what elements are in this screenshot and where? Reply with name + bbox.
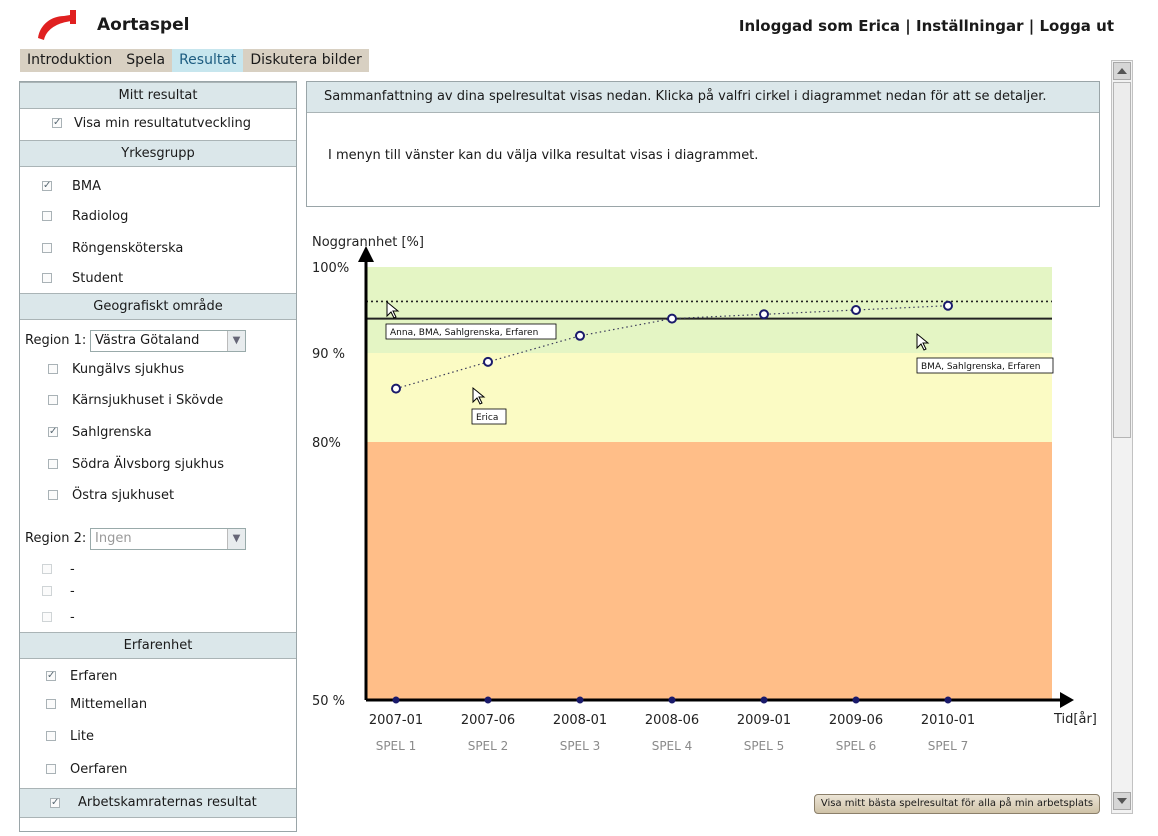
logout-link[interactable]: Logga ut bbox=[1039, 17, 1114, 35]
data-point bbox=[575, 330, 585, 341]
y-tick-label: 90 % bbox=[312, 347, 345, 362]
checkbox[interactable] bbox=[46, 731, 56, 741]
scroll-up-button[interactable] bbox=[1113, 62, 1131, 80]
checkbox[interactable]: ✓ bbox=[46, 671, 56, 681]
checkbox[interactable]: ✓ bbox=[48, 427, 58, 437]
summary-text: Sammanfattning av dina spelresultat visa… bbox=[307, 82, 1099, 113]
filter-colleagues-results[interactable]: ✓ Arbetskamraternas resultat bbox=[20, 788, 296, 818]
axis-point bbox=[852, 696, 860, 704]
info-text: I menyn till vänster kan du välja vilka … bbox=[328, 148, 759, 163]
data-point bbox=[943, 300, 953, 311]
scroll-down-button[interactable] bbox=[1113, 792, 1131, 810]
checkbox bbox=[42, 564, 52, 574]
section-header-my-result: Mitt resultat bbox=[20, 82, 296, 109]
results-chart: 100% 90 % 80% 50 % Noggrannhet [%] Tid[år] 200… bbox=[300, 220, 1110, 800]
axis-point bbox=[392, 696, 400, 704]
separator: | bbox=[1028, 17, 1035, 35]
app-title: Aortaspel bbox=[97, 15, 190, 35]
user-links: Inloggad som Erica | Inställningar | Log… bbox=[739, 17, 1114, 35]
game-label: SPEL 7 bbox=[928, 739, 969, 753]
data-point bbox=[667, 313, 677, 324]
chart-svg: 100% 90 % 80% 50 % Noggrannhet [%] Tid[år] 200… bbox=[312, 235, 1097, 753]
app-header: Aortaspel Inloggad som Erica | Inställni… bbox=[0, 0, 1158, 48]
section-header-experience: Erfarenhet bbox=[20, 632, 296, 659]
checkbox[interactable] bbox=[42, 273, 52, 283]
checkbox[interactable] bbox=[48, 490, 58, 500]
region2-select[interactable]: Ingen ▼ bbox=[90, 528, 246, 550]
x-tick-label: 2007-06 bbox=[461, 713, 515, 728]
region1-label: Region 1: bbox=[25, 333, 87, 348]
logged-in-as-link[interactable]: Inloggad som Erica bbox=[739, 17, 900, 35]
y-axis-label: Noggrannhet [%] bbox=[312, 235, 424, 250]
checkbox[interactable] bbox=[42, 243, 52, 253]
game-label: SPEL 5 bbox=[744, 739, 785, 753]
show-best-results-button[interactable]: Visa mitt bästa spelresultat för alla på… bbox=[814, 794, 1100, 814]
x-tick-label: 2009-01 bbox=[737, 713, 791, 728]
separator: | bbox=[905, 17, 911, 35]
axis-point bbox=[760, 696, 768, 704]
game-label: SPEL 3 bbox=[560, 739, 601, 753]
y-tick-label: 80% bbox=[312, 436, 341, 451]
data-point bbox=[759, 309, 769, 320]
y-tick-label: 100% bbox=[312, 261, 349, 276]
scrollbar-thumb[interactable] bbox=[1113, 82, 1131, 438]
checkbox[interactable]: ✓ bbox=[42, 181, 52, 191]
x-tick-label: 2007-01 bbox=[369, 713, 423, 728]
axis-point bbox=[576, 696, 584, 704]
arrow-down-icon bbox=[1117, 798, 1127, 804]
chevron-down-icon[interactable]: ▼ bbox=[227, 331, 245, 351]
axis-point bbox=[484, 696, 492, 704]
x-tick-label: 2008-06 bbox=[645, 713, 699, 728]
arrow-up-icon bbox=[1117, 68, 1127, 74]
x-axis-label: Tid[år] bbox=[1053, 712, 1097, 727]
data-point bbox=[851, 305, 861, 315]
checkbox[interactable]: ✓ bbox=[50, 798, 60, 808]
axis-point bbox=[668, 696, 676, 704]
data-point bbox=[483, 356, 493, 367]
region1-select[interactable]: Västra Götaland ▼ bbox=[90, 330, 246, 352]
game-label: SPEL 2 bbox=[468, 739, 509, 753]
tooltip-anna: Anna, BMA, Sahlgrenska, Erfaren bbox=[390, 328, 538, 338]
summary-panel: Sammanfattning av dina spelresultat visa… bbox=[306, 81, 1100, 207]
game-label: SPEL 1 bbox=[376, 739, 417, 753]
chart-band-2 bbox=[366, 442, 1052, 700]
checkbox bbox=[42, 586, 52, 596]
tab-diskutera-bilder[interactable]: Diskutera bilder bbox=[243, 49, 368, 72]
filter-sidebar: Mitt resultat ✓ Visa min resultatutveckl… bbox=[19, 81, 297, 832]
checkbox[interactable] bbox=[46, 699, 56, 709]
x-tick-label: 2009-06 bbox=[829, 713, 883, 728]
checkbox[interactable] bbox=[42, 211, 52, 221]
section-header-geo: Geografiskt område bbox=[20, 293, 296, 320]
tab-introduktion[interactable]: Introduktion bbox=[20, 49, 119, 72]
checkbox[interactable] bbox=[46, 764, 56, 774]
tooltip-group: BMA, Sahlgrenska, Erfaren bbox=[921, 362, 1041, 372]
checkbox[interactable]: ✓ bbox=[52, 118, 62, 128]
checkbox[interactable] bbox=[48, 364, 58, 374]
game-label: SPEL 6 bbox=[836, 739, 877, 753]
x-axis-arrow bbox=[1060, 692, 1074, 708]
axis-point bbox=[944, 696, 952, 704]
tab-resultat[interactable]: Resultat bbox=[172, 49, 244, 72]
data-point bbox=[391, 383, 401, 394]
game-label: SPEL 4 bbox=[652, 739, 693, 753]
chevron-down-icon[interactable]: ▼ bbox=[227, 529, 245, 549]
checkbox bbox=[42, 612, 52, 622]
checkbox[interactable] bbox=[48, 459, 58, 469]
x-tick-label: 2010-01 bbox=[921, 713, 975, 728]
checkbox[interactable] bbox=[48, 395, 58, 405]
y-tick-label: 50 % bbox=[312, 694, 345, 709]
tab-spela[interactable]: Spela bbox=[119, 49, 172, 72]
x-tick-label: 2008-01 bbox=[553, 713, 607, 728]
settings-link[interactable]: Inställningar bbox=[916, 17, 1024, 35]
section-header-occupation: Yrkesgrupp bbox=[20, 140, 296, 167]
region2-label: Region 2: bbox=[25, 531, 87, 546]
main-tabs: Introduktion Spela Resultat Diskutera bi… bbox=[20, 49, 369, 72]
tooltip-erica: Erica bbox=[476, 413, 498, 423]
aorta-logo-icon bbox=[38, 10, 76, 40]
